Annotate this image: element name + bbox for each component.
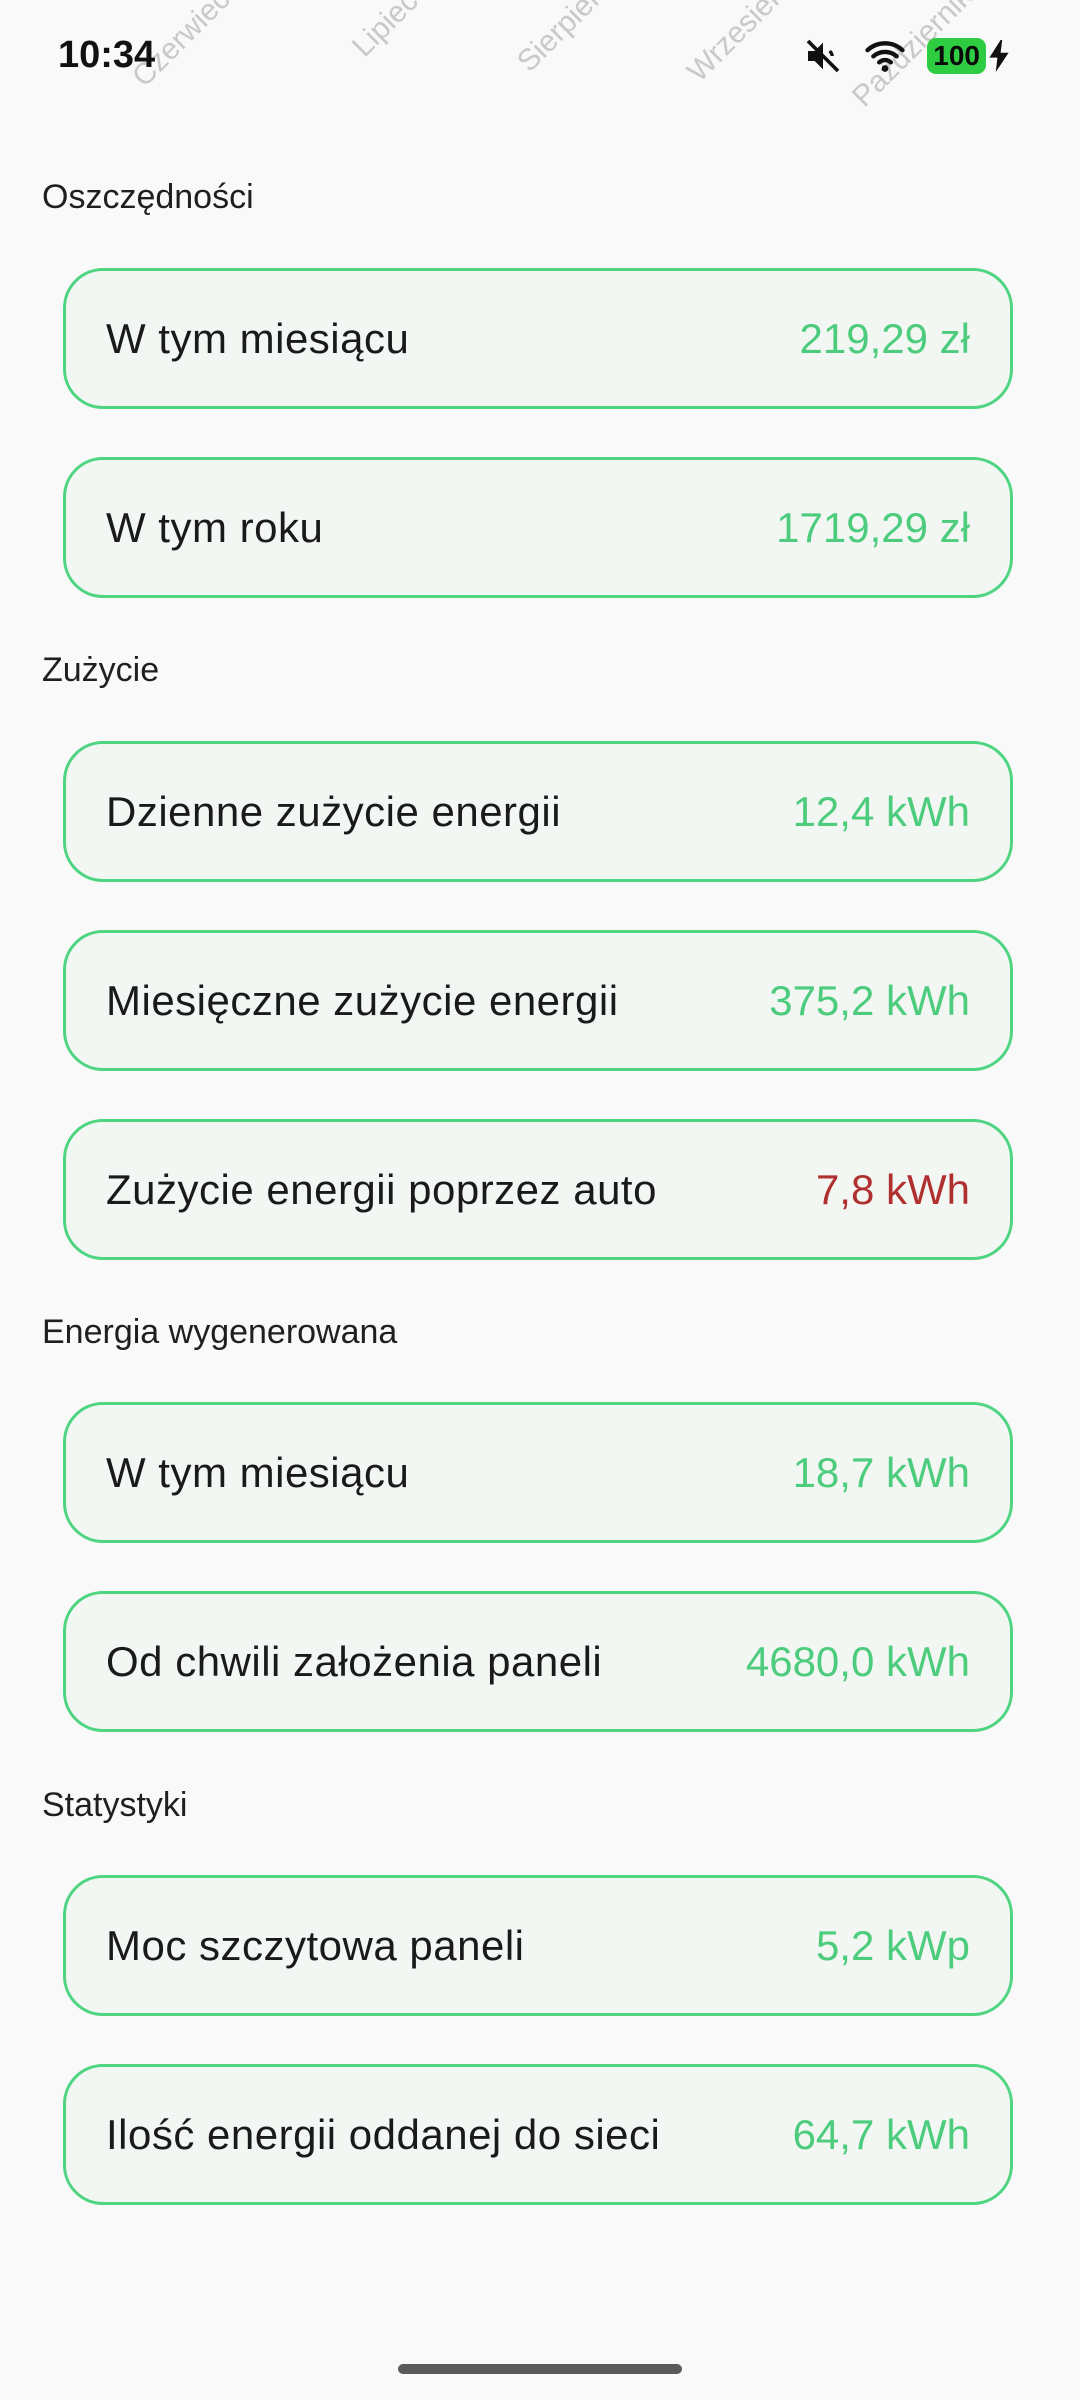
status-time: 10:34: [58, 34, 156, 76]
stat-label: Zużycie energii poprzez auto: [106, 1165, 657, 1213]
stat-value: 375,2 kWh: [769, 976, 970, 1024]
section-title-generated-energy: Energia wygenerowana: [42, 1313, 398, 1351]
section-title-savings: Oszczędności: [42, 178, 254, 216]
battery-indicator: 100: [927, 38, 1010, 74]
faded-month-label: Lipiec: [345, 0, 425, 64]
wifi-icon: [865, 41, 905, 72]
stat-label: Miesięczne zużycie energii: [106, 976, 619, 1024]
faded-month-label: Sierpień: [510, 0, 613, 79]
stat-value: 5,2 kWp: [815, 1921, 970, 1969]
status-bar: Czerwiec Lipiec Sierpień Wrzesień Paździ…: [0, 0, 1080, 113]
stat-label: Moc szczytowa paneli: [106, 1921, 525, 1969]
stat-card[interactable]: W tym miesiącu 219,29 zł: [63, 268, 1013, 409]
stat-card[interactable]: Ilość energii oddanej do sieci 64,7 kWh: [63, 2064, 1013, 2205]
stat-card[interactable]: Miesięczne zużycie energii 375,2 kWh: [63, 930, 1013, 1071]
section-title-consumption: Zużycie: [42, 651, 160, 689]
stat-label: W tym roku: [106, 503, 324, 551]
stat-label: Ilość energii oddanej do sieci: [106, 2110, 661, 2158]
stat-card[interactable]: Moc szczytowa paneli 5,2 kWp: [63, 1875, 1013, 2016]
stat-value: 219,29 zł: [799, 314, 970, 362]
stat-label: W tym miesiącu: [106, 314, 410, 362]
stat-value: 64,7 kWh: [792, 2110, 970, 2158]
section-title-statistics: Statystyki: [42, 1786, 188, 1824]
stat-value: 4680,0 kWh: [745, 1637, 970, 1685]
stat-card[interactable]: W tym miesiącu 18,7 kWh: [63, 1402, 1013, 1543]
faded-month-label: Wrzesień: [680, 0, 793, 89]
status-icons: 100: [803, 36, 1010, 76]
home-indicator[interactable]: [398, 2364, 682, 2374]
stat-value: 1719,29 zł: [776, 503, 970, 551]
stat-card[interactable]: Zużycie energii poprzez auto 7,8 kWh: [63, 1119, 1013, 1260]
stat-label: Dzienne zużycie energii: [106, 787, 562, 835]
stat-label: Od chwili założenia paneli: [106, 1637, 603, 1685]
stat-label: W tym miesiącu: [106, 1448, 410, 1496]
stat-value: 18,7 kWh: [792, 1448, 970, 1496]
mute-icon: [806, 39, 840, 73]
battery-level: 100: [927, 38, 986, 74]
charging-bolt-icon: [989, 40, 1009, 72]
stat-value: 12,4 kWh: [792, 787, 970, 835]
stat-value: 7,8 kWh: [815, 1165, 970, 1213]
stat-card[interactable]: Od chwili założenia paneli 4680,0 kWh: [63, 1591, 1013, 1732]
stat-card[interactable]: Dzienne zużycie energii 12,4 kWh: [63, 741, 1013, 882]
stat-card[interactable]: W tym roku 1719,29 zł: [63, 457, 1013, 598]
